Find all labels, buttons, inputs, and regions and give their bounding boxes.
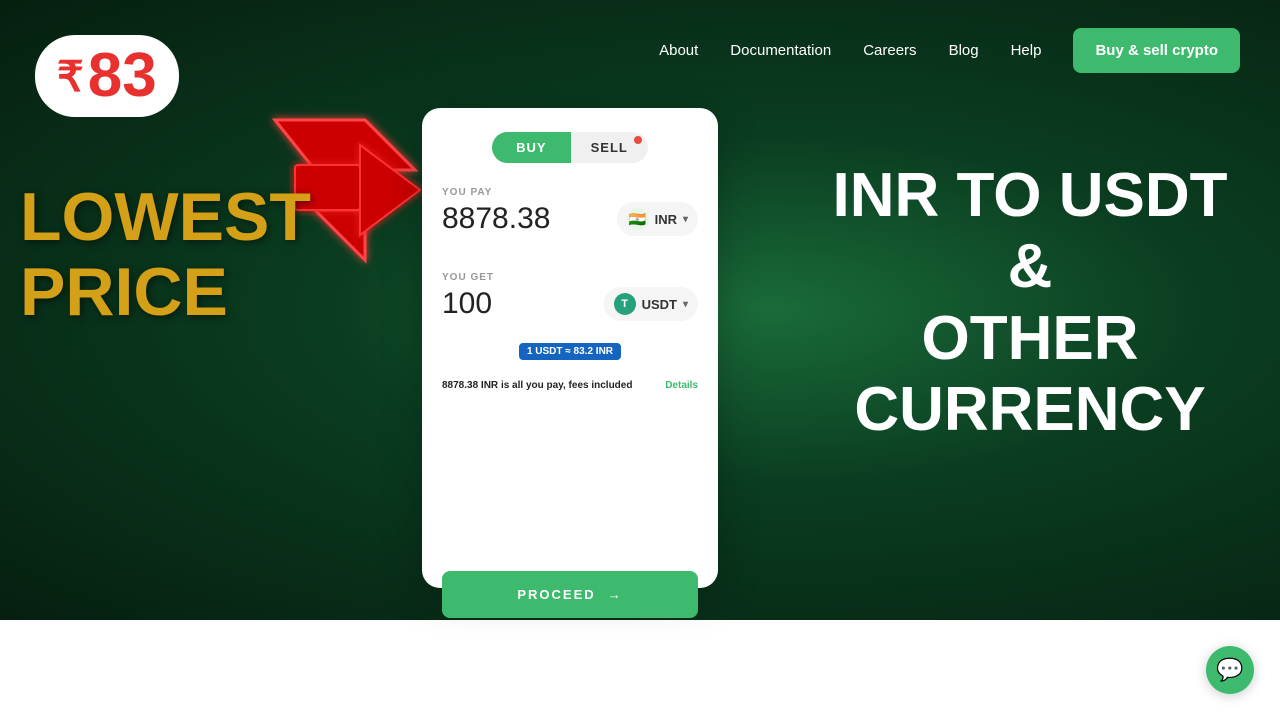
fee-suffix: is all you pay, fees included [501, 380, 633, 391]
proceed-label: PROCEED [517, 587, 595, 602]
details-link[interactable]: Details [665, 380, 698, 391]
inr-selector[interactable]: 🇮🇳 INR ▾ [617, 202, 698, 236]
inr-label: INR [655, 212, 677, 227]
you-get-value: 100 [442, 287, 492, 321]
bottom-white-area [0, 620, 1280, 720]
rate-pill: 1 USDT ≈ 83.2 INR [519, 343, 621, 360]
sell-tab[interactable]: SELL [571, 132, 648, 163]
nav-help[interactable]: Help [1011, 42, 1042, 59]
right-line3: OTHER [800, 303, 1260, 374]
inr-flag: 🇮🇳 [627, 208, 649, 230]
you-pay-label: YOU PAY [442, 187, 698, 198]
buy-tab[interactable]: BUY [492, 132, 570, 163]
you-pay-value: 8878.38 [442, 202, 550, 236]
you-pay-row: 8878.38 🇮🇳 INR ▾ [442, 202, 698, 236]
fee-row: 8878.38 INR is all you pay, fees include… [442, 380, 698, 391]
proceed-button[interactable]: PROCEED → [442, 571, 698, 618]
right-line2: & [800, 231, 1260, 302]
nav-documentation[interactable]: Documentation [730, 42, 831, 59]
nav-blog[interactable]: Blog [949, 42, 979, 59]
fee-text: 8878.38 INR is all you pay, fees include… [442, 380, 632, 391]
exchange-card: BUY SELL YOU PAY 8878.38 🇮🇳 INR ▾ YOU GE… [422, 108, 718, 588]
you-get-row: 100 T USDT ▾ [442, 287, 698, 321]
right-line4: CURRENCY [800, 374, 1260, 445]
nav-careers[interactable]: Careers [863, 42, 916, 59]
nav-links: About Documentation Careers Blog Help Bu… [659, 28, 1240, 73]
usdt-icon: T [614, 293, 636, 315]
inr-chevron: ▾ [683, 214, 688, 225]
you-get-label: YOU GET [442, 272, 698, 283]
card-tabs: BUY SELL [442, 132, 698, 163]
proceed-arrow: → [608, 587, 623, 602]
sell-dot [634, 136, 642, 144]
right-line1: INR TO USDT [800, 160, 1260, 231]
chat-button[interactable]: 💬 [1206, 646, 1254, 694]
usdt-chevron: ▾ [683, 299, 688, 310]
lowest-price-text: LOWEST PRICE [20, 180, 311, 330]
nav-about[interactable]: About [659, 42, 698, 59]
chat-icon: 💬 [1216, 657, 1243, 683]
navbar: About Documentation Careers Blog Help Bu… [0, 0, 1280, 100]
right-heading: INR TO USDT & OTHER CURRENCY [800, 160, 1260, 445]
buy-sell-cta-button[interactable]: Buy & sell crypto [1073, 28, 1240, 73]
usdt-label: USDT [642, 297, 677, 312]
usdt-selector[interactable]: T USDT ▾ [604, 287, 698, 321]
